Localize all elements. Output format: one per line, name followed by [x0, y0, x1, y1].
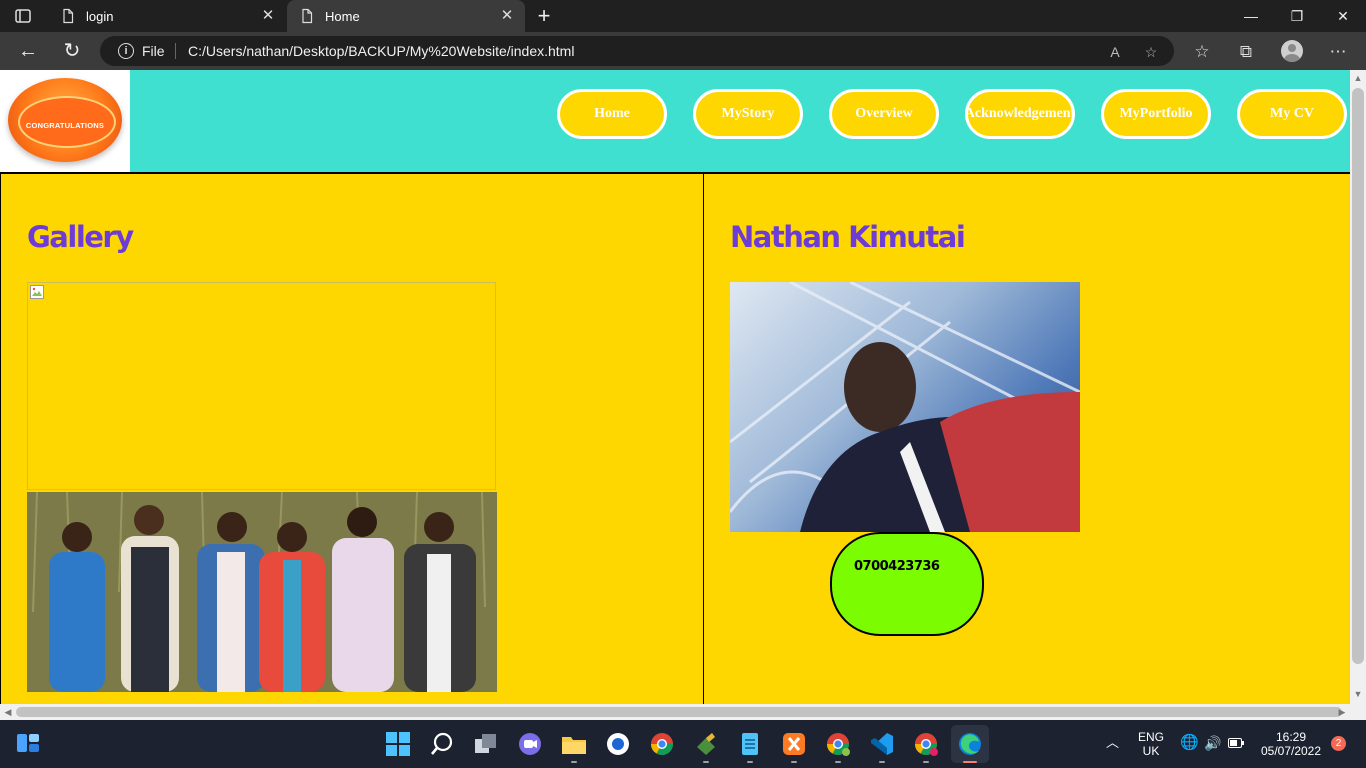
running-indicator: [747, 761, 753, 763]
clock-time: 16:29: [1275, 730, 1307, 744]
running-indicator: [791, 761, 797, 763]
site-logo[interactable]: CONGRATULATIONS: [0, 70, 130, 172]
xampp-icon[interactable]: [781, 731, 807, 757]
page-viewport: CONGRATULATIONS Home MyStory Overview Ac…: [0, 70, 1350, 704]
scroll-down-icon[interactable]: ▼: [1350, 686, 1366, 702]
chrome-icon[interactable]: [649, 731, 675, 757]
add-favorite-icon[interactable]: ☆: [1142, 43, 1160, 61]
vertical-scroll-thumb[interactable]: [1352, 88, 1364, 664]
tab-home[interactable]: Home ✕: [287, 0, 525, 32]
close-tab-icon[interactable]: ✕: [260, 8, 276, 24]
new-tab-icon[interactable]: +: [534, 5, 554, 27]
show-hidden-icons[interactable]: ︿: [1106, 736, 1119, 750]
running-indicator: [879, 761, 885, 763]
active-indicator: [963, 761, 977, 763]
widgets-icon[interactable]: [16, 732, 40, 754]
task-view-icon[interactable]: [473, 731, 499, 757]
group-photo: [27, 492, 497, 692]
language-indicator[interactable]: ENG UK: [1137, 730, 1165, 758]
left-border: [0, 174, 1, 704]
language-code: ENG: [1137, 730, 1164, 744]
scroll-up-icon[interactable]: ▲: [1350, 70, 1366, 86]
nav-mycv-button[interactable]: My CV: [1237, 89, 1347, 139]
browser-toolbar: ← ↻ i File C:/Users/nathan/Desktop/BACKU…: [0, 32, 1366, 70]
document-icon: [60, 8, 76, 24]
url-text[interactable]: C:/Users/nathan/Desktop/BACKUP/My%20Webs…: [188, 43, 574, 59]
address-bar[interactable]: i File C:/Users/nathan/Desktop/BACKUP/My…: [100, 36, 1174, 66]
logo-text: CONGRATULATIONS: [25, 121, 105, 130]
horizontal-scroll-thumb[interactable]: [16, 707, 1342, 717]
profile-photo: [730, 282, 1080, 532]
scroll-right-icon[interactable]: ▶: [1334, 704, 1350, 720]
tab-title: login: [86, 8, 114, 24]
scroll-left-icon[interactable]: ◀: [0, 704, 16, 720]
document-icon: [299, 8, 315, 24]
close-window-icon[interactable]: ✕: [1320, 0, 1366, 32]
close-tab-icon[interactable]: ✕: [499, 8, 515, 24]
scheme-label: File: [142, 43, 165, 59]
notepad-icon[interactable]: [737, 731, 763, 757]
site-header: CONGRATULATIONS Home MyStory Overview Ac…: [0, 70, 1350, 172]
paint-app-icon[interactable]: [605, 731, 631, 757]
start-icon[interactable]: [385, 731, 411, 757]
battery-icon[interactable]: [1228, 737, 1244, 751]
notification-badge[interactable]: 2: [1331, 736, 1346, 751]
gallery-heading: Gallery: [27, 219, 134, 255]
running-indicator: [923, 761, 929, 763]
collections-icon[interactable]: ⧉: [1235, 41, 1257, 63]
divider: [175, 43, 176, 59]
broken-image: [27, 282, 496, 490]
nav-myportfolio-button[interactable]: MyPortfolio: [1101, 89, 1211, 139]
app-icon[interactable]: [693, 731, 719, 757]
column-divider: [703, 174, 704, 704]
running-indicator: [571, 761, 577, 763]
congratulations-badge: CONGRATULATIONS: [8, 78, 122, 162]
profile-heading: Nathan Kimutai: [730, 219, 966, 255]
nav-acknowledgement-button[interactable]: Acknowledgement: [965, 89, 1075, 139]
tab-actions-icon[interactable]: [14, 7, 32, 25]
network-icon[interactable]: 🌐: [1180, 735, 1199, 750]
back-icon[interactable]: ←: [17, 41, 39, 63]
edge-icon[interactable]: [951, 725, 989, 763]
chrome-profile-icon[interactable]: [825, 731, 851, 757]
language-region: UK: [1142, 744, 1160, 758]
profile-avatar[interactable]: [1281, 40, 1303, 62]
minimize-icon[interactable]: —: [1228, 0, 1274, 32]
restore-icon[interactable]: ❐: [1274, 0, 1320, 32]
phone-badge: 0700423736: [830, 532, 984, 636]
running-indicator: [835, 761, 841, 763]
clock-date: 05/07/2022: [1260, 744, 1322, 758]
favorites-icon[interactable]: ☆: [1191, 41, 1213, 63]
refresh-icon[interactable]: ↻: [61, 41, 83, 63]
browser-tab-strip: login ✕ Home ✕ + — ❐ ✕: [0, 0, 1366, 32]
nav-overview-button[interactable]: Overview: [829, 89, 939, 139]
search-icon[interactable]: [429, 731, 455, 757]
volume-icon[interactable]: 🔊: [1204, 736, 1221, 750]
broken-image-icon: [30, 285, 44, 299]
nav-mystory-button[interactable]: MyStory: [693, 89, 803, 139]
info-icon[interactable]: i: [118, 43, 134, 59]
clock[interactable]: 16:29 05/07/2022: [1257, 730, 1325, 758]
more-menu-icon[interactable]: ⋯: [1327, 41, 1349, 63]
tab-title: Home: [325, 8, 360, 24]
header-divider: [0, 172, 1350, 174]
phone-number: 0700423736: [854, 559, 940, 574]
vscode-icon[interactable]: [869, 731, 895, 757]
chrome-profile-icon[interactable]: [913, 731, 939, 757]
running-indicator: [703, 761, 709, 763]
nav-home-button[interactable]: Home: [557, 89, 667, 139]
file-explorer-icon[interactable]: [561, 731, 587, 757]
tab-login[interactable]: login ✕: [48, 0, 286, 32]
read-aloud-icon[interactable]: A: [1106, 43, 1124, 61]
teams-chat-icon[interactable]: [517, 731, 543, 757]
